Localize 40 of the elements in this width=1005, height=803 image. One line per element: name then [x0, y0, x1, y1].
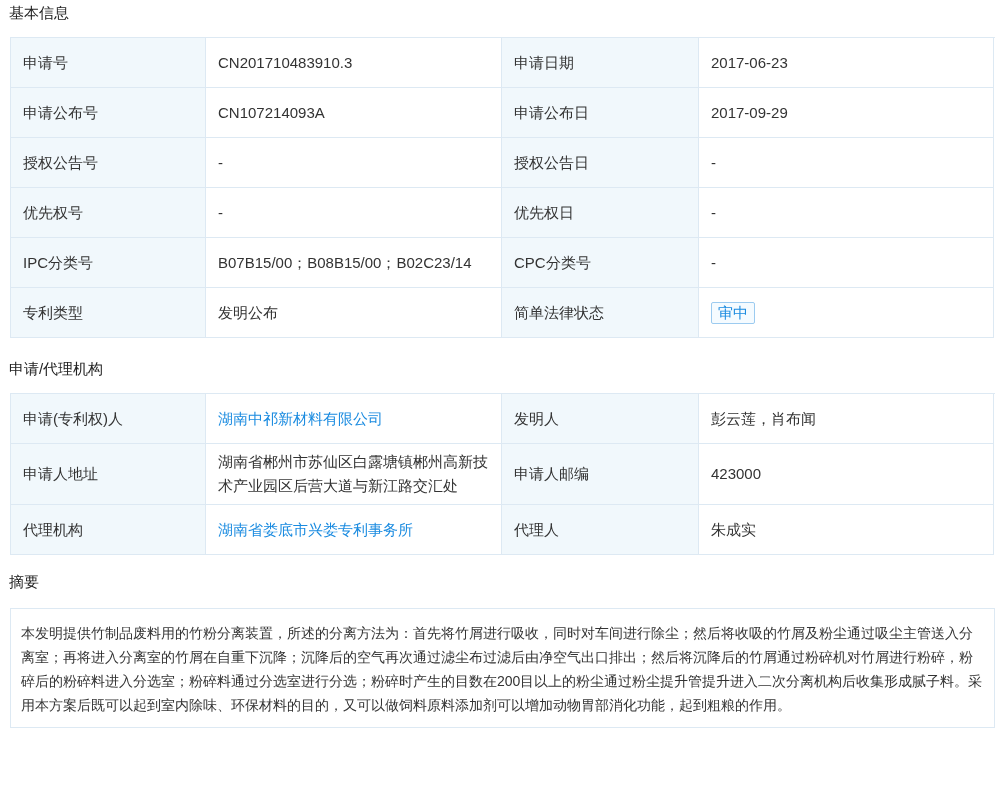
field-label: 申请公布日 — [514, 102, 589, 123]
field-label: 授权公告日 — [514, 152, 589, 173]
field-value: 彭云莲，肖布闻 — [711, 408, 816, 429]
field-label: 发明人 — [514, 408, 559, 429]
field-label: 申请日期 — [514, 52, 574, 73]
field-value: - — [218, 152, 223, 173]
field-value: - — [218, 202, 223, 223]
field-label: 申请(专利权)人 — [23, 408, 123, 429]
field-label: 申请人地址 — [23, 464, 98, 484]
section-heading: 摘要 — [8, 571, 40, 592]
field-label: 优先权日 — [514, 202, 574, 223]
field-value: - — [711, 252, 716, 273]
field-value: - — [711, 152, 716, 173]
field-value: 423000 — [711, 464, 762, 484]
field-label: CPC分类号 — [514, 252, 591, 273]
field-label: 申请号 — [23, 52, 68, 73]
abstract-text: 本发明提供竹制品废料用的竹粉分离装置，所述的分离方法为：首先将竹屑进行吸收，同时对车间进行除尘；然后将收吸的竹屑及粉尘通过吸尘主管送入分离室；再将进入分离室的竹屑在自重下沉降；沉降后的空气再次通过滤尘布过滤后由净空气出口排出；然后将沉降后的竹屑通过粉碎机对竹屑进行粉碎，粉碎后的粉碎料进入分选室；粉碎料通过分选室进行分选；粉碎时产生的目数在200目以上的粉尘通过粉尘提升管提升进入二次分离机构后收集形成腻子料。采用本方案后既可以起到室内除味、环保材料的目的，又可以做饲料原料添加剂可以增加动物胃部消化功能，起到粗粮的作用。 — [21, 624, 984, 715]
field-label: 授权公告号 — [23, 152, 98, 173]
field-value: 2017-09-29 — [711, 102, 788, 123]
field-value: CN201710483910.3 — [218, 52, 353, 73]
field-value: CN107214093A — [218, 102, 325, 123]
field-label: 代理人 — [514, 519, 559, 540]
field-label: 优先权号 — [23, 202, 83, 223]
field-label: 简单法律状态 — [514, 302, 604, 323]
field-value: 发明公布 — [218, 302, 278, 323]
field-label: 代理机构 — [23, 519, 83, 540]
link[interactable]: 湖南省娄底市兴娄专利事务所 — [218, 517, 413, 542]
field-value: 湖南省郴州市苏仙区白露塘镇郴州高新技术产业园区后营大道与新江路交汇处 — [218, 452, 489, 496]
field-label: 申请公布号 — [23, 102, 98, 123]
field-value: - — [711, 202, 716, 223]
field-value: 2017-06-23 — [711, 52, 788, 73]
field-value: B07B15/00；B08B15/00；B02C23/14 — [218, 252, 472, 273]
status-tag: 审中 — [711, 301, 755, 324]
field-label: 申请人邮编 — [514, 464, 589, 484]
section-heading: 基本信息 — [8, 2, 70, 23]
field-label: 专利类型 — [23, 302, 83, 323]
link[interactable]: 湖南中祁新材料有限公司 — [218, 406, 383, 431]
section-heading: 申请/代理机构 — [8, 358, 105, 379]
field-value: 朱成实 — [711, 519, 756, 540]
field-label: IPC分类号 — [23, 252, 93, 273]
